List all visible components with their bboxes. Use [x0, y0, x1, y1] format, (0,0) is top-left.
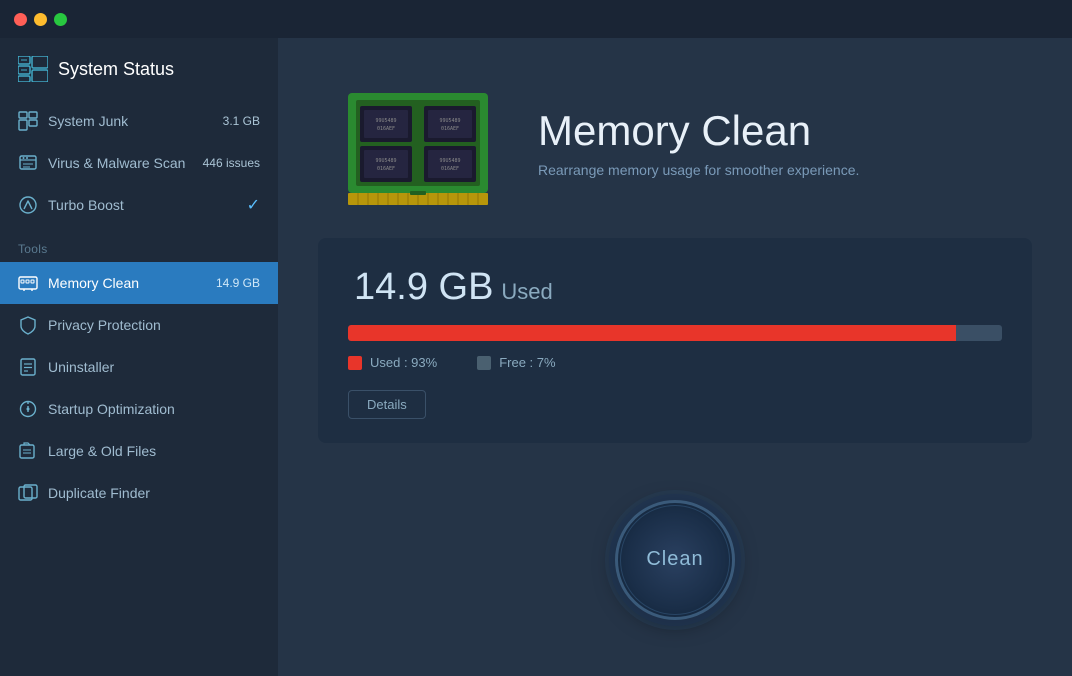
memory-clean-badge: 14.9 GB	[216, 276, 260, 290]
hero-title: Memory Clean	[538, 108, 859, 154]
sidebar-header: System Status	[0, 38, 278, 100]
sidebar-title: System Status	[58, 59, 174, 80]
sidebar-item-memory-clean[interactable]: Memory Clean 14.9 GB	[0, 262, 278, 304]
content-area: 99U5489 016AEF 99U5489 016AEF 99U5489 01…	[278, 38, 1072, 676]
virus-scan-label: Virus & Malware Scan	[48, 155, 193, 171]
turbo-boost-label: Turbo Boost	[48, 197, 237, 213]
legend-free-dot	[477, 356, 491, 370]
clean-button-label: Clean	[646, 548, 703, 571]
system-status-icon	[18, 56, 48, 82]
svg-text:99U5489: 99U5489	[375, 118, 396, 124]
main-nav-items: System Junk 3.1 GB Virus & Malware Scan	[0, 100, 278, 226]
minimize-button[interactable]	[34, 13, 47, 26]
traffic-lights	[14, 13, 67, 26]
stats-used-suffix: Used	[501, 279, 552, 304]
sidebar: System Status System Junk 3.1 GB	[0, 38, 278, 676]
privacy-icon	[18, 315, 38, 335]
turbo-boost-check: ✓	[247, 195, 260, 215]
sidebar-item-privacy-protection[interactable]: Privacy Protection	[0, 304, 278, 346]
svg-text:016AEF: 016AEF	[377, 166, 395, 172]
virus-scan-badge: 446 issues	[203, 156, 260, 170]
sidebar-item-turbo-boost[interactable]: Turbo Boost ✓	[0, 184, 278, 226]
sidebar-item-duplicate-finder[interactable]: Duplicate Finder	[0, 472, 278, 514]
svg-text:99U5489: 99U5489	[439, 158, 460, 164]
startup-optimization-label: Startup Optimization	[48, 401, 260, 417]
sidebar-item-startup-optimization[interactable]: Startup Optimization	[0, 388, 278, 430]
svg-text:016AEF: 016AEF	[441, 166, 459, 172]
memory-clean-icon	[18, 273, 38, 293]
legend-free-label: Free : 7%	[499, 355, 555, 370]
details-button[interactable]: Details	[348, 390, 426, 419]
uninstaller-icon	[18, 357, 38, 377]
legend-used-dot	[348, 356, 362, 370]
tools-nav-items: Memory Clean 14.9 GB Privacy Protection	[0, 262, 278, 514]
svg-text:016AEF: 016AEF	[441, 126, 459, 132]
startup-icon	[18, 399, 38, 419]
ram-chip-image: 99U5489 016AEF 99U5489 016AEF 99U5489 01…	[338, 78, 498, 208]
system-junk-label: System Junk	[48, 113, 213, 129]
large-old-files-label: Large & Old Files	[48, 443, 260, 459]
system-junk-badge: 3.1 GB	[223, 114, 260, 128]
memory-progress-bar	[348, 325, 1002, 341]
large-files-icon	[18, 441, 38, 461]
memory-clean-label: Memory Clean	[48, 275, 206, 291]
legend-free: Free : 7%	[477, 355, 555, 370]
hero-section: 99U5489 016AEF 99U5489 016AEF 99U5489 01…	[278, 38, 1072, 238]
uninstaller-label: Uninstaller	[48, 359, 260, 375]
legend-used: Used : 93%	[348, 355, 437, 370]
memory-progress-fill	[348, 325, 956, 341]
sidebar-item-uninstaller[interactable]: Uninstaller	[0, 346, 278, 388]
system-junk-icon	[18, 111, 38, 131]
hero-text: Memory Clean Rearrange memory usage for …	[538, 108, 859, 178]
sidebar-item-system-junk[interactable]: System Junk 3.1 GB	[0, 100, 278, 142]
sidebar-item-large-old-files[interactable]: Large & Old Files	[0, 430, 278, 472]
duplicate-finder-label: Duplicate Finder	[48, 485, 260, 501]
maximize-button[interactable]	[54, 13, 67, 26]
tools-section-label: Tools	[0, 226, 278, 262]
clean-button[interactable]: Clean	[615, 500, 735, 620]
clean-area: Clean	[278, 443, 1072, 676]
legend-used-label: Used : 93%	[370, 355, 437, 370]
hero-subtitle: Rearrange memory usage for smoother expe…	[538, 162, 859, 178]
privacy-protection-label: Privacy Protection	[48, 317, 260, 333]
close-button[interactable]	[14, 13, 27, 26]
duplicate-icon	[18, 483, 38, 503]
stats-legend: Used : 93% Free : 7%	[348, 355, 1002, 370]
svg-text:016AEF: 016AEF	[377, 126, 395, 132]
virus-scan-icon	[18, 153, 38, 173]
stats-used-display: 14.9 GB Used	[348, 266, 1002, 309]
svg-text:99U5489: 99U5489	[439, 118, 460, 124]
sidebar-item-virus-scan[interactable]: Virus & Malware Scan 446 issues	[0, 142, 278, 184]
turbo-boost-icon	[18, 195, 38, 215]
stats-panel: 14.9 GB Used Used : 93% Free : 7% Details	[318, 238, 1032, 443]
stats-used-value: 14.9 GB	[354, 266, 493, 308]
titlebar	[0, 0, 1072, 38]
main-layout: System Status System Junk 3.1 GB	[0, 38, 1072, 676]
svg-text:99U5489: 99U5489	[375, 158, 396, 164]
